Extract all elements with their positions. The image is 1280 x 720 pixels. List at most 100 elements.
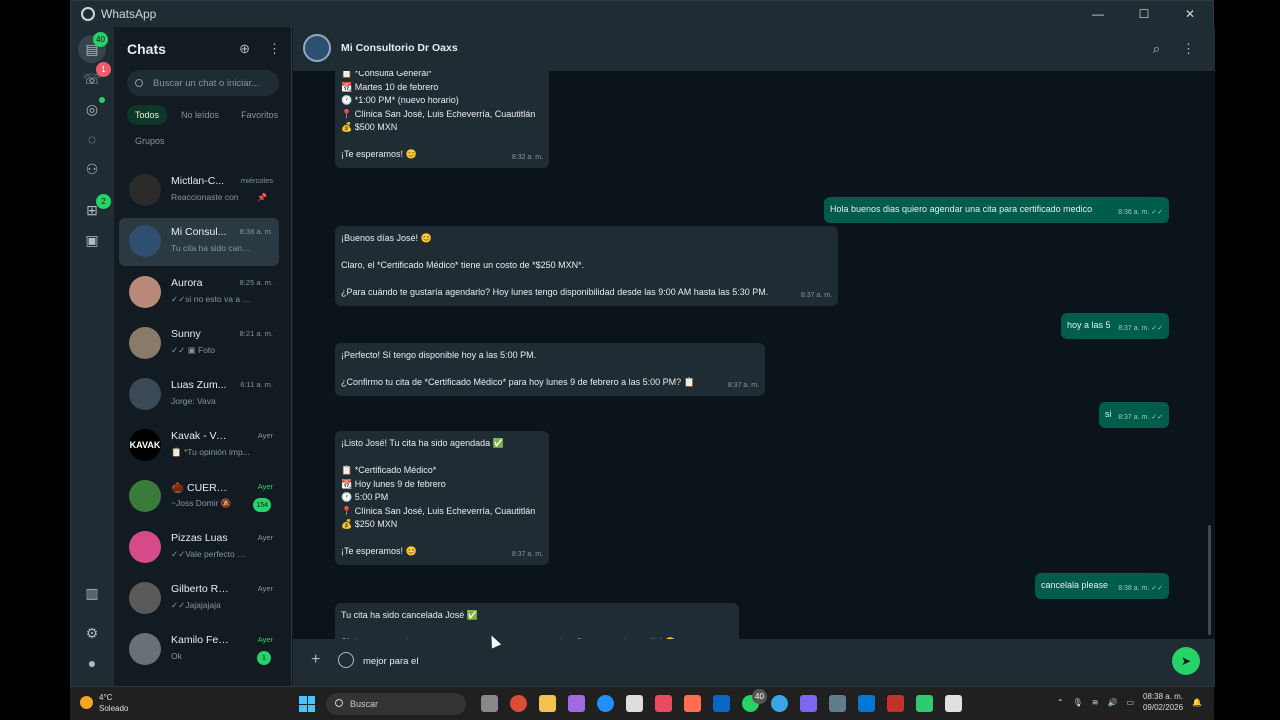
filter-todos[interactable]: Todos (127, 105, 168, 125)
chat-preview: ✓✓Jajajajaja (171, 600, 221, 610)
mic-icon[interactable]: 🎙 (1073, 698, 1083, 707)
message-line: 💰 $500 MXN (341, 122, 398, 132)
message-line: Claro, el *Certificado Médico* tiene un … (341, 260, 585, 270)
channels-icon[interactable]: ◌ (82, 129, 102, 149)
volume-icon[interactable]: 🔊 (1107, 698, 1117, 707)
minimize-button[interactable]: — (1075, 1, 1121, 27)
send-button[interactable]: ➤ (1172, 647, 1200, 675)
start-button[interactable] (299, 696, 315, 712)
chat-list-item[interactable]: Mictlan-C... miércoles Reaccionaste con 📌 (119, 167, 279, 215)
message-line: 📋 *Consulta General* (341, 71, 432, 78)
avatar (129, 582, 161, 614)
status-dot (99, 97, 105, 103)
conversation-menu-icon[interactable]: ⋮ (1182, 41, 1195, 57)
jetbrains-icon[interactable] (655, 695, 672, 712)
app-icon-white[interactable] (945, 695, 962, 712)
chat-list-item[interactable]: 🌰 CUERVOS ... Ayer ~Joss Domir 🔕 154 (119, 473, 279, 521)
app-icon-blue[interactable] (771, 695, 788, 712)
app-icon-grey[interactable] (829, 695, 846, 712)
close-button[interactable]: ✕ (1167, 1, 1213, 27)
avatar (129, 225, 161, 257)
message-line (341, 363, 759, 377)
edge-icon[interactable] (597, 695, 614, 712)
message-line (341, 451, 543, 465)
system-tray: ⌃ 🎙 ≋ 🔊 ▭ 08:38 a. m. 09/02/2026 🔔 (1057, 691, 1202, 713)
outgoing-message[interactable]: cancelala please 8:38 a. m. ✓✓ (1035, 573, 1169, 599)
maximize-button[interactable]: ☐ (1121, 1, 1167, 27)
chat-list-item[interactable]: Pizzas Luas Ayer ✓✓Vale perfecto M... (119, 524, 279, 572)
chevron-up-icon[interactable]: ⌃ (1057, 698, 1064, 707)
window-title: WhatsApp (101, 7, 157, 21)
taskbar-search[interactable]: Buscar (326, 693, 466, 715)
message-line: 📆 Hoy lunes 9 de febrero (341, 478, 446, 489)
tools-icon[interactable]: ▣ (82, 230, 102, 250)
media-icon[interactable]: ▥ (82, 583, 102, 603)
copilot-icon[interactable] (568, 695, 585, 712)
store-icon[interactable] (626, 695, 643, 712)
battery-icon[interactable]: ▭ (1126, 698, 1134, 707)
chat-preview: 📋 *Tu opinión imp... (171, 447, 250, 457)
chat-list-item[interactable]: Gilberto Rodrí... Ayer ✓✓Jajajajaja (119, 575, 279, 623)
chat-list-panel: Chats ⊕ ⋮ Buscar un chat o iniciar... To… (114, 27, 292, 687)
chrome-icon[interactable] (510, 695, 527, 712)
message-time: 8:37 a. m. (800, 292, 832, 299)
vscode-icon[interactable] (858, 695, 875, 712)
taskbar-search-icon (335, 699, 343, 707)
menu-icon[interactable]: ⋮ (268, 41, 281, 57)
profile-icon[interactable]: ● (82, 653, 102, 673)
chat-list-item[interactable]: Kamilo Ferna... Ayer Ok 1 (119, 626, 279, 674)
filter-no-leidos[interactable]: No leídos (173, 105, 227, 125)
outgoing-message[interactable]: si 8:37 a. m. ✓✓ (1099, 402, 1169, 428)
outgoing-message[interactable]: Hola buenos dias quiero agendar una cita… (824, 197, 1169, 223)
contact-avatar[interactable] (303, 34, 331, 62)
message-line: ¡Buenos días José! 😊 (341, 233, 432, 243)
search-input[interactable]: Buscar un chat o iniciar... (127, 70, 279, 96)
message-line (341, 246, 832, 260)
chat-time: Ayer (257, 431, 273, 440)
clock[interactable]: 08:38 a. m. 09/02/2026 (1143, 691, 1183, 713)
linkedin-icon[interactable] (713, 695, 730, 712)
file-explorer-icon[interactable] (539, 695, 556, 712)
communities-icon[interactable]: ⚇ (82, 159, 102, 179)
incoming-message[interactable]: Tu cita ha sido cancelada José ✅Si desea… (335, 603, 739, 639)
task-view-icon[interactable] (481, 695, 498, 712)
incoming-message[interactable]: ¡Buenos días José! 😊 Claro, el *Certifica… (335, 226, 838, 306)
chat-list-item[interactable]: Aurora 8:25 a. m. ✓✓si no esto va a e... (119, 269, 279, 317)
chat-preview: Ok (171, 651, 182, 661)
message-input[interactable]: mejor para el (363, 656, 418, 667)
contact-name[interactable]: Mi Consultorio Dr Oaxs (341, 42, 458, 54)
new-chat-icon[interactable]: ⊕ (239, 41, 250, 57)
notes-icon[interactable] (916, 695, 933, 712)
unread-badge: 154 (253, 498, 271, 512)
incoming-message[interactable]: ¡Listo José! Tu cita ha sido agendada ✅ 📋… (335, 431, 549, 565)
weather-widget[interactable]: 4°C Soleado (80, 692, 128, 714)
incoming-message[interactable]: ¡Perfecto! Sí tengo disponible hoy a las… (335, 343, 765, 396)
attach-icon[interactable]: + (311, 651, 320, 669)
search-messages-icon[interactable]: ⌕ (1153, 41, 1160, 57)
chat-time: miércoles (240, 176, 273, 185)
message-line: ¿Para cuándo te gustaría agendarlo? Hoy … (341, 287, 769, 297)
wifi-icon[interactable]: ≋ (1092, 698, 1099, 707)
chat-list-item[interactable]: Luas Zum... 6:11 a. m. Jorge: Vava (119, 371, 279, 419)
whatsapp-taskbar-icon[interactable]: 40 (742, 689, 767, 712)
message-time: 8:37 a. m. (511, 551, 543, 558)
filter-grupos[interactable]: Grupos (127, 131, 173, 151)
message-time: 8:37 a. m. (727, 382, 759, 389)
teams-icon[interactable] (800, 695, 817, 712)
conversation-header[interactable]: Mi Consultorio Dr Oaxs ⌕ ⋮ (293, 27, 1215, 71)
chat-name: Mictlan-C... (171, 175, 225, 187)
notification-icon[interactable]: 🔔 (1192, 698, 1202, 707)
emoji-icon[interactable] (338, 652, 354, 668)
filter-favoritos[interactable]: Favoritos (233, 105, 286, 125)
snip-icon[interactable] (684, 695, 701, 712)
settings-icon[interactable]: ⚙ (82, 623, 102, 643)
message-line (341, 532, 543, 546)
chat-list-item[interactable]: KAVAK Kavak - Vende... Ayer 📋 *Tu opinión i… (119, 422, 279, 470)
app-icon-red[interactable] (887, 695, 904, 712)
conversation-scrollbar[interactable] (1208, 525, 1211, 635)
chat-list-item[interactable]: Mi Consul... 8:38 a. m. Tu cita ha sido ca… (119, 218, 279, 266)
chat-list-item[interactable]: Sunny 8:21 a. m. ✓✓ ▣ Foto (119, 320, 279, 368)
incoming-message[interactable]: 📋 *Consulta General* 📆 Martes 10 de febre… (335, 71, 549, 168)
chat-preview: ~Joss Domir 🔕 (171, 498, 232, 508)
outgoing-message[interactable]: hoy a las 5 8:37 a. m. ✓✓ (1061, 313, 1169, 339)
